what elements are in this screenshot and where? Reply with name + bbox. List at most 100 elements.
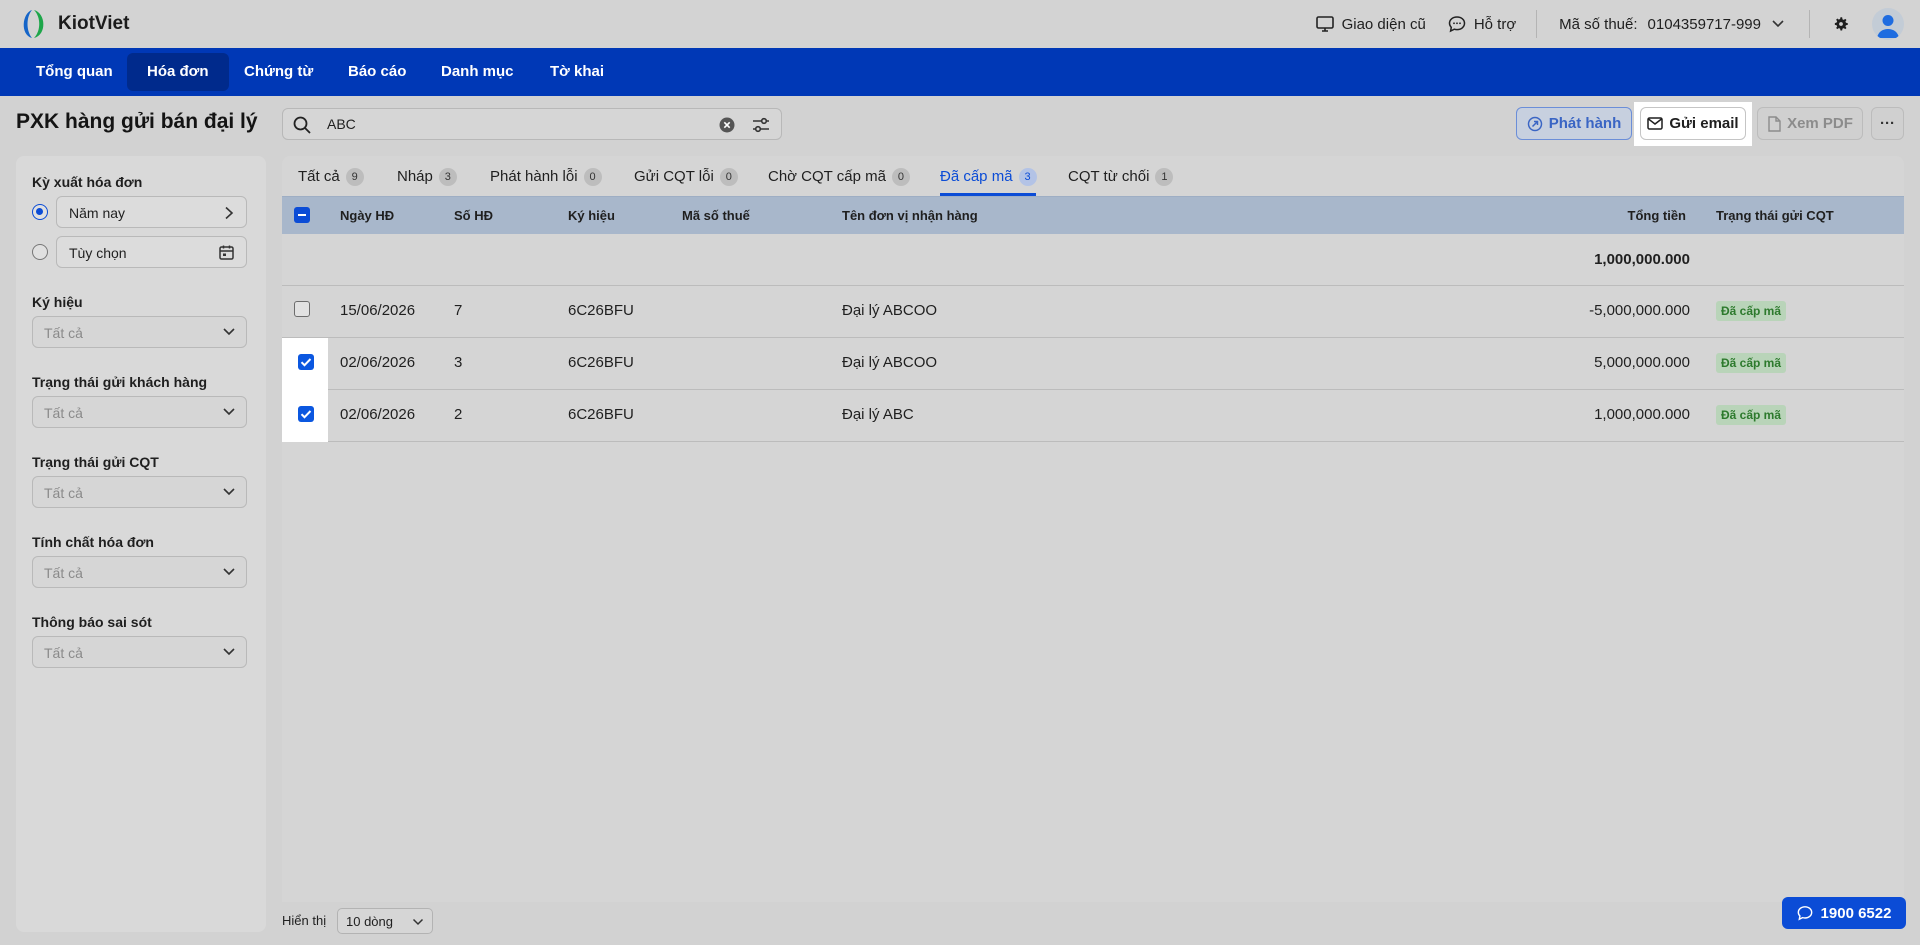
view-pdf-label: Xem PDF (1787, 115, 1853, 132)
support-link[interactable]: Hỗ trợ (1448, 15, 1516, 33)
tab-count-badge: 1 (1155, 168, 1174, 186)
column-header-cqt-status[interactable]: Trạng thái gửi CQT (1716, 208, 1834, 223)
settings-button[interactable] (1832, 15, 1850, 33)
hotline-number: 1900 6522 (1820, 904, 1892, 922)
nav-item-reports[interactable]: Báo cáo (328, 53, 426, 91)
period-option-this-year[interactable]: Năm nay (56, 196, 247, 228)
row-symbol: 6C26BFU (568, 302, 634, 319)
view-pdf-button[interactable]: Xem PDF (1757, 107, 1863, 140)
monitor-icon (1315, 16, 1334, 32)
error-notice-label: Thông báo sai sót (32, 614, 152, 630)
nav-item-catalog[interactable]: Danh mục (421, 53, 534, 91)
search-icon (293, 116, 311, 134)
user-avatar[interactable] (1872, 8, 1904, 40)
tab-label: Gửi CQT lỗi (634, 168, 714, 185)
row-number: 3 (454, 354, 463, 371)
tax-code-selector[interactable]: Mã số thuế: 0104359717-999 (1559, 16, 1785, 33)
tab-label: Phát hành lỗi (490, 168, 578, 185)
send-email-button[interactable]: Gửi email (1640, 107, 1746, 140)
page-size-value: 10 dòng (346, 914, 393, 929)
checkmark-icon (300, 358, 312, 367)
period-option-this-year-label: Năm nay (69, 205, 126, 221)
search-input[interactable]: ABC (327, 116, 356, 132)
publish-label: Phát hành (1548, 115, 1622, 132)
chevron-down-icon (223, 488, 235, 496)
table-row[interactable]: 15/06/2026 7 6C26BFU Đại lý ABCOO -5,000… (282, 286, 1904, 337)
tax-code-label: Mã số thuế: (1559, 15, 1638, 33)
pdf-file-icon (1768, 115, 1781, 132)
status-badge: Đã cấp mã (1716, 301, 1787, 321)
filter-sidebar: Kỳ xuất hóa đơn Năm nay Tùy chọn Ký hiệu… (16, 156, 266, 932)
filter-sliders-icon[interactable] (751, 116, 771, 134)
column-header-total[interactable]: Tổng tiền (1628, 208, 1687, 223)
customer-send-status-label: Trạng thái gửi khách hàng (32, 374, 208, 390)
column-header-number[interactable]: Số HĐ (454, 208, 493, 223)
cqt-send-status-label: Trạng thái gửi CQT (32, 454, 159, 470)
calendar-icon (219, 245, 234, 260)
more-actions-button[interactable]: ··· (1871, 107, 1904, 140)
error-notice-select[interactable]: Tất cả (32, 636, 247, 668)
kiotviet-logo-icon (23, 10, 44, 38)
tab-label: Đã cấp mã (940, 168, 1013, 185)
row-checkbox-checked[interactable] (298, 354, 314, 370)
search-bar[interactable]: ABC (282, 108, 782, 140)
column-header-tax-code[interactable]: Mã số thuế (682, 208, 750, 223)
tab-count-badge: 3 (1018, 168, 1037, 186)
table-row[interactable]: 02/06/2026 2 6C26BFU Đại lý ABC 1,000,00… (282, 390, 1904, 441)
page-size-select[interactable]: 10 dòng (337, 908, 433, 934)
tab-label: Nháp (397, 168, 433, 185)
invoice-nature-label: Tính chất hóa đơn (32, 534, 154, 550)
row-date: 02/06/2026 (340, 354, 416, 371)
chevron-down-icon (412, 918, 424, 926)
tab-label: Tất cả (298, 168, 340, 185)
tab-count-badge: 9 (345, 168, 364, 186)
select-all-checkbox[interactable] (294, 207, 310, 223)
user-icon (1877, 15, 1899, 38)
checkmark-icon (300, 410, 312, 419)
cqt-send-status-select[interactable]: Tất cả (32, 476, 247, 508)
tab-count-badge: 0 (891, 168, 910, 186)
nav-item-invoices[interactable]: Hóa đơn (127, 53, 229, 91)
header-divider (1809, 10, 1810, 38)
row-symbol: 6C26BFU (568, 354, 634, 371)
clear-search-icon[interactable] (719, 117, 735, 133)
status-badge: Đã cấp mã (1716, 353, 1787, 373)
main-nav: Tổng quan Hóa đơn Chứng từ Báo cáo Danh … (0, 48, 1920, 96)
old-ui-link[interactable]: Giao diện cũ (1315, 16, 1426, 33)
tab-label: CQT từ chối (1068, 168, 1150, 185)
invoice-nature-select[interactable]: Tất cả (32, 556, 247, 588)
row-date: 15/06/2026 (340, 302, 416, 319)
chat-icon (1797, 906, 1812, 921)
symbol-filter-select[interactable]: Tất cả (32, 316, 247, 348)
customer-send-status-select[interactable]: Tất cả (32, 396, 247, 428)
row-checkbox-checked[interactable] (298, 406, 314, 422)
publish-button[interactable]: Phát hành (1516, 107, 1632, 140)
mail-icon (1647, 117, 1664, 130)
support-label: Hỗ trợ (1473, 15, 1517, 33)
nav-item-documents[interactable]: Chứng từ (224, 53, 333, 91)
symbol-filter-label: Ký hiệu (32, 294, 83, 310)
row-number: 7 (454, 302, 463, 319)
row-checkbox[interactable] (294, 301, 310, 317)
tax-code-value: 0104359717-999 (1647, 15, 1761, 33)
tab-label: Chờ CQT cấp mã (768, 168, 886, 185)
nav-item-declarations[interactable]: Tờ khai (530, 53, 624, 91)
top-bar: KiotViet Giao diện cũ Hỗ trợ Mã số thuế:… (0, 0, 1920, 48)
table-row[interactable]: 02/06/2026 3 6C26BFU Đại lý ABCOO 5,000,… (282, 338, 1904, 389)
column-header-symbol[interactable]: Ký hiệu (568, 208, 615, 223)
hotline-button[interactable]: 1900 6522 (1782, 897, 1906, 929)
period-radio-this-year[interactable] (32, 204, 48, 220)
period-filter-label: Kỳ xuất hóa đơn (32, 174, 143, 190)
column-header-receiver[interactable]: Tên đơn vị nhận hàng (842, 208, 978, 223)
chevron-down-icon (223, 328, 235, 336)
nav-item-overview[interactable]: Tổng quan (16, 53, 133, 91)
app-logo[interactable]: KiotViet (16, 7, 129, 41)
chevron-right-icon (225, 206, 234, 220)
tab-count-badge: 0 (719, 168, 738, 186)
column-header-date[interactable]: Ngày HĐ (340, 208, 394, 223)
row-receiver: Đại lý ABCOO (842, 354, 938, 371)
header-divider (1536, 10, 1538, 38)
period-option-custom[interactable]: Tùy chọn (56, 236, 247, 268)
period-radio-custom[interactable] (32, 244, 48, 260)
chevron-down-icon (223, 568, 235, 576)
